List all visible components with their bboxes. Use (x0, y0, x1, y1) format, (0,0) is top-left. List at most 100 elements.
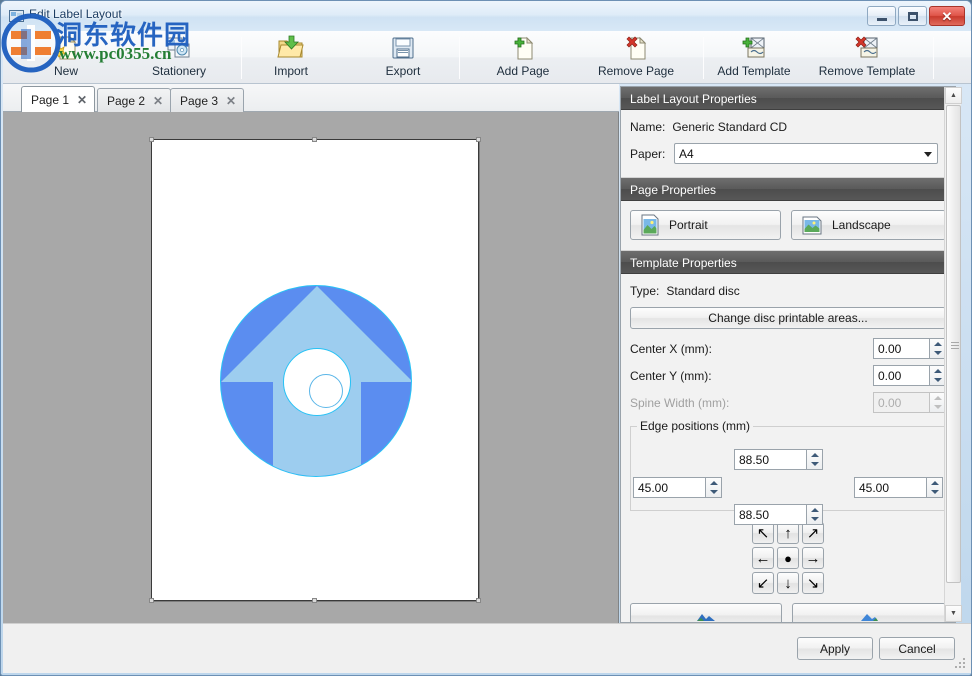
properties-panel: Label Layout Properties Name: Generic St… (620, 86, 956, 623)
toolbar-button-export[interactable]: Export (363, 33, 443, 83)
arrow-down-left-icon: ↙ (757, 576, 770, 591)
shape-option-button-1[interactable] (630, 603, 782, 623)
tab-page-1[interactable]: Page 1 ✕ (21, 86, 95, 112)
maximize-button[interactable] (898, 6, 927, 26)
spin-up-icon (934, 396, 942, 400)
arrow-down-icon: ↓ (784, 576, 792, 591)
tab-close-icon[interactable]: ✕ (77, 93, 87, 107)
spin-down-icon[interactable] (811, 517, 819, 521)
scrollbar-grip (951, 342, 959, 349)
page-sheet[interactable] (151, 139, 479, 601)
center-x-input[interactable] (873, 338, 929, 359)
toolbar-button-stationery[interactable]: Stationery (137, 33, 221, 83)
edge-top-input[interactable] (734, 449, 806, 470)
dot-center-icon: ● (784, 552, 792, 565)
edge-bottom-spin-buttons[interactable] (806, 504, 823, 525)
spin-down-icon[interactable] (931, 490, 939, 494)
nudge-up-button[interactable]: ↑ (777, 522, 799, 544)
paper-label: Paper: (630, 147, 674, 161)
spin-up-icon[interactable] (934, 342, 942, 346)
toolbar-button-new[interactable]: New (25, 33, 107, 83)
scroll-up-button[interactable]: ▲ (945, 87, 962, 104)
selection-handle[interactable] (149, 598, 154, 603)
landscape-label: Landscape (832, 218, 891, 232)
toolbar-button-remove-page[interactable]: Remove Page (583, 33, 689, 83)
paper-select[interactable]: A4 (674, 143, 938, 164)
change-printable-areas-button[interactable]: Change disc printable areas... (630, 307, 946, 329)
selection-handle[interactable] (476, 598, 481, 603)
edge-bottom-input[interactable] (734, 504, 806, 525)
selection-handle[interactable] (312, 137, 317, 142)
selection-handle[interactable] (476, 137, 481, 142)
tab-close-icon[interactable]: ✕ (153, 94, 163, 108)
apply-button[interactable]: Apply (797, 637, 873, 660)
selection-handle[interactable] (149, 137, 154, 142)
tab-close-icon[interactable]: ✕ (226, 94, 236, 108)
close-button[interactable]: ✕ (929, 6, 965, 26)
edge-right-spin-buttons[interactable] (926, 477, 943, 498)
mountain-shape-icon (696, 610, 716, 622)
center-button[interactable]: ● (777, 547, 799, 569)
nudge-right-button[interactable]: → (802, 547, 824, 569)
disc-hub-inner (309, 374, 343, 408)
portrait-button[interactable]: Portrait (630, 210, 781, 240)
toolbar-button-remove-template[interactable]: Remove Template (809, 33, 925, 83)
arrow-down-right-icon: ↘ (807, 576, 820, 591)
edge-right-stepper[interactable] (854, 477, 943, 498)
center-y-stepper[interactable] (873, 365, 946, 386)
landscape-page-icon (801, 215, 823, 235)
edge-left-input[interactable] (633, 477, 705, 498)
add-page-icon (509, 33, 537, 63)
shape-option-button-2[interactable] (792, 603, 946, 623)
cancel-label: Cancel (898, 642, 935, 656)
chevron-down-icon (924, 152, 932, 157)
edge-left-spin-buttons[interactable] (705, 477, 722, 498)
nudge-up-left-button[interactable]: ↖ (752, 522, 774, 544)
resize-grip[interactable] (955, 658, 967, 670)
minimize-button[interactable] (867, 6, 896, 26)
new-page-icon (52, 33, 80, 63)
spin-up-icon[interactable] (710, 481, 718, 485)
main-toolbar: New Stationery (3, 31, 971, 84)
spin-up-icon[interactable] (811, 508, 819, 512)
spin-down-icon[interactable] (934, 378, 942, 382)
nudge-down-right-button[interactable]: ↘ (802, 572, 824, 594)
center-y-input[interactable] (873, 365, 929, 386)
spin-down-icon[interactable] (934, 351, 942, 355)
nudge-left-button[interactable]: ← (752, 547, 774, 569)
toolbar-button-add-template[interactable]: Add Template (703, 33, 805, 83)
arrow-up-right-icon: ↗ (807, 526, 820, 541)
spin-up-icon[interactable] (934, 369, 942, 373)
edge-left-stepper[interactable] (633, 477, 722, 498)
close-icon: ✕ (942, 10, 953, 23)
toolbar-label: Add Page (497, 64, 550, 78)
cd-disc-preview[interactable] (220, 285, 412, 477)
cancel-button[interactable]: Cancel (879, 637, 955, 660)
tab-page-2[interactable]: Page 2 ✕ (97, 88, 171, 112)
scrollbar-thumb[interactable] (946, 105, 961, 583)
portrait-page-icon (640, 214, 660, 236)
edge-top-spin-buttons[interactable] (806, 449, 823, 470)
nudge-down-button[interactable]: ↓ (777, 572, 799, 594)
selection-handle[interactable] (312, 598, 317, 603)
spin-down-icon[interactable] (710, 490, 718, 494)
properties-panel-scrollbar[interactable]: ▲ ▼ (944, 87, 961, 622)
section-header-template-properties: Template Properties (621, 251, 955, 274)
nudge-down-left-button[interactable]: ↙ (752, 572, 774, 594)
nudge-up-right-button[interactable]: ↗ (802, 522, 824, 544)
tab-page-3[interactable]: Page 3 ✕ (170, 88, 244, 112)
layout-canvas[interactable] (3, 112, 619, 623)
scroll-down-button[interactable]: ▼ (945, 605, 962, 622)
spin-up-icon[interactable] (811, 453, 819, 457)
edge-top-stepper[interactable] (734, 449, 823, 470)
spin-down-icon[interactable] (811, 462, 819, 466)
edit-label-layout-window: Edit Label Layout ✕ New (0, 0, 972, 676)
spin-up-icon[interactable] (931, 481, 939, 485)
edge-bottom-stepper[interactable] (734, 504, 823, 525)
toolbar-button-add-page[interactable]: Add Page (477, 33, 569, 83)
spin-down-icon (934, 405, 942, 409)
edge-right-input[interactable] (854, 477, 926, 498)
center-x-stepper[interactable] (873, 338, 946, 359)
landscape-button[interactable]: Landscape (791, 210, 946, 240)
toolbar-button-import[interactable]: Import (251, 33, 331, 83)
